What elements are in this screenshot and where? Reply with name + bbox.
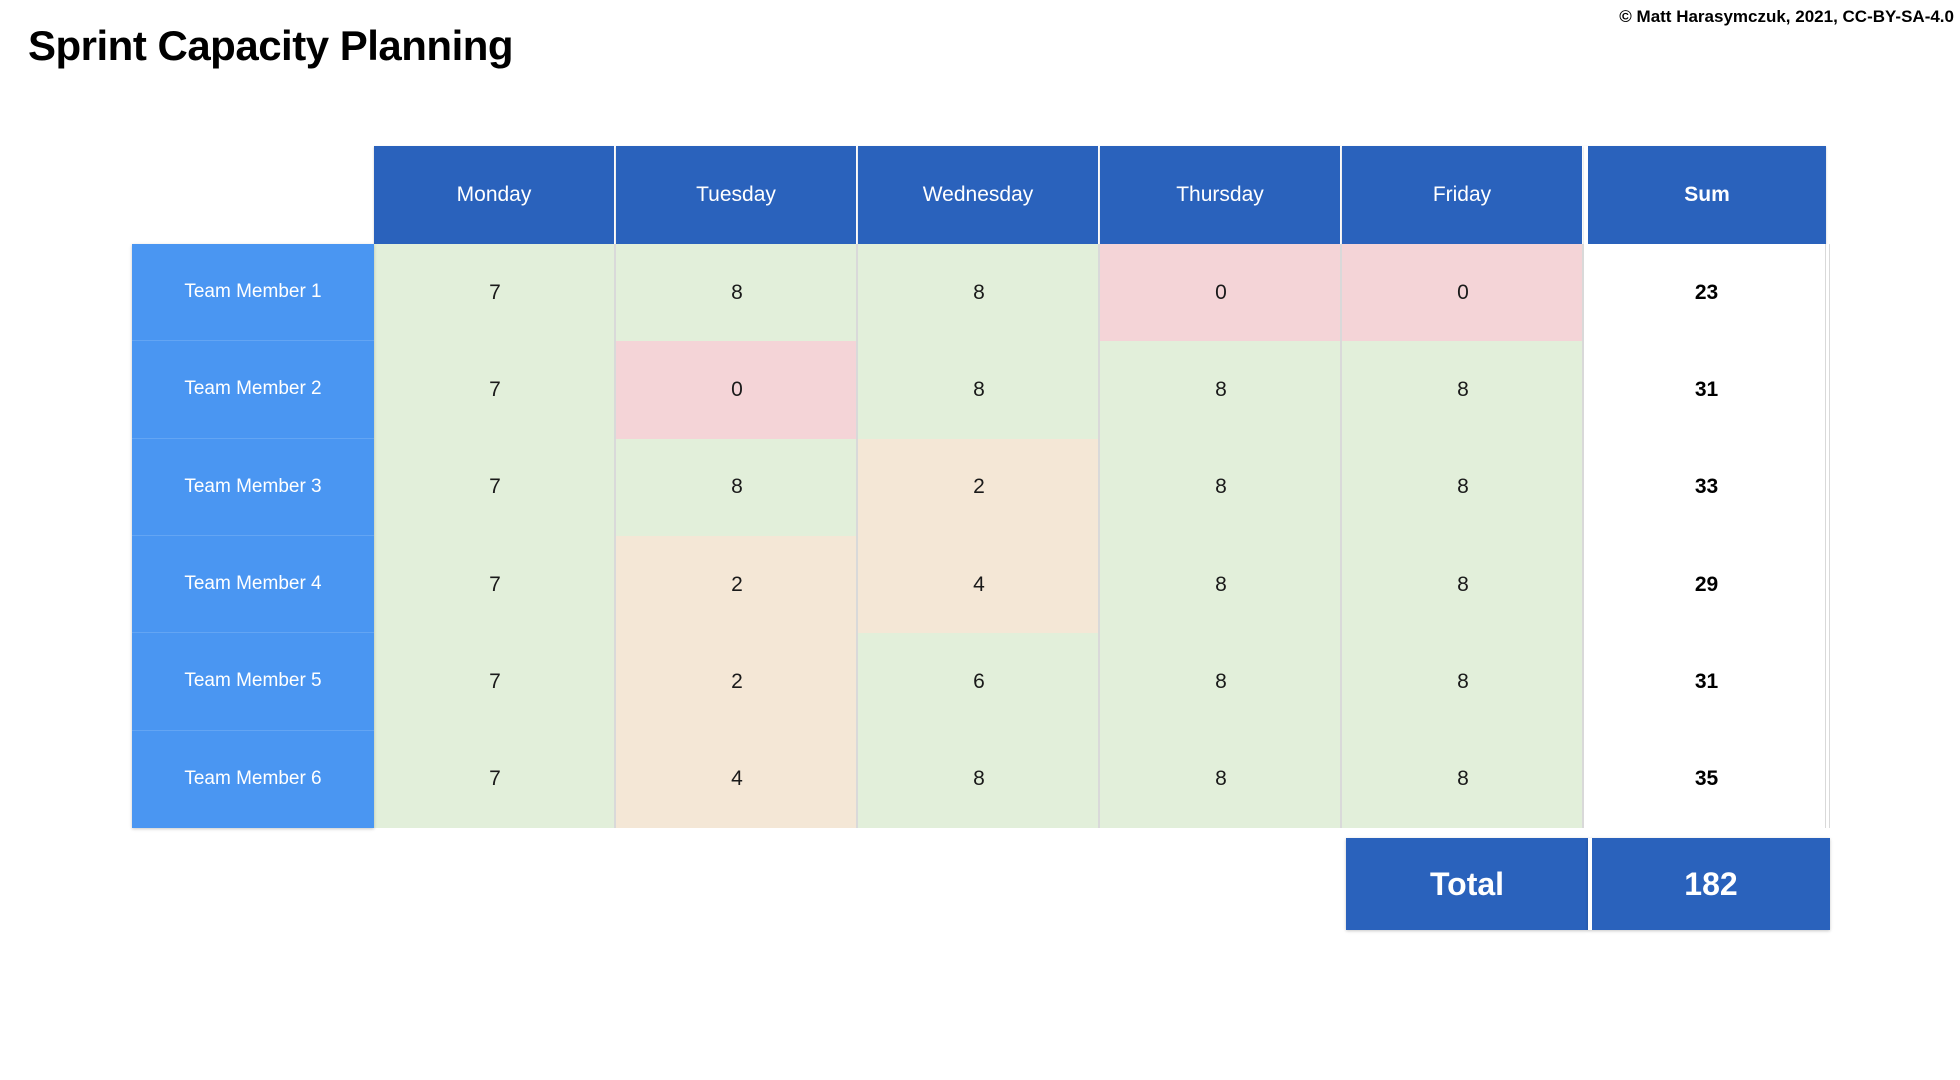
row-sum-value: 23 — [1584, 244, 1826, 341]
capacity-cell-wednesday[interactable]: 4 — [858, 536, 1100, 633]
column-header-thursday[interactable]: Thursday — [1100, 146, 1342, 244]
capacity-cell-monday[interactable]: 7 — [374, 536, 616, 633]
team-member-name[interactable]: Team Member 6 — [132, 731, 374, 828]
capacity-cell-tuesday[interactable]: 0 — [616, 341, 858, 438]
capacity-cell-monday[interactable]: 7 — [374, 633, 616, 730]
capacity-cell-thursday[interactable]: 8 — [1100, 536, 1342, 633]
column-header-monday[interactable]: Monday — [374, 146, 616, 244]
team-member-name[interactable]: Team Member 1 — [132, 244, 374, 341]
row-sum-value: 31 — [1584, 341, 1826, 438]
capacity-cell-friday[interactable]: 8 — [1342, 536, 1584, 633]
capacity-cell-monday[interactable]: 7 — [374, 439, 616, 536]
capacity-cell-thursday[interactable]: 8 — [1100, 731, 1342, 828]
page-title: Sprint Capacity Planning — [28, 22, 513, 70]
capacity-value-grid: 7 8 8 0 0 23 7 0 8 8 8 31 7 8 2 8 8 — [374, 244, 1830, 828]
team-member-name[interactable]: Team Member 3 — [132, 439, 374, 536]
table-row: 7 8 8 0 0 23 — [374, 244, 1830, 341]
capacity-cell-wednesday[interactable]: 8 — [858, 341, 1100, 438]
total-value: 182 — [1588, 838, 1830, 930]
table-total-row: Total 182 — [132, 838, 1830, 930]
capacity-cell-thursday[interactable]: 0 — [1100, 244, 1342, 341]
copyright-notice: © Matt Harasymczuk, 2021, CC-BY-SA-4.0 — [1619, 7, 1954, 27]
team-member-name[interactable]: Team Member 5 — [132, 633, 374, 730]
column-header-friday[interactable]: Friday — [1342, 146, 1584, 244]
capacity-cell-monday[interactable]: 7 — [374, 731, 616, 828]
sprint-capacity-table: Monday Tuesday Wednesday Thursday Friday… — [132, 146, 1830, 930]
total-label: Total — [1346, 838, 1588, 930]
capacity-cell-thursday[interactable]: 8 — [1100, 341, 1342, 438]
capacity-cell-monday[interactable]: 7 — [374, 244, 616, 341]
row-sum-value: 31 — [1584, 633, 1826, 730]
row-sum-value: 29 — [1584, 536, 1826, 633]
table-row: 7 4 8 8 8 35 — [374, 731, 1830, 828]
row-sum-value: 35 — [1584, 731, 1826, 828]
column-header-sum[interactable]: Sum — [1584, 146, 1826, 244]
column-header-wednesday[interactable]: Wednesday — [858, 146, 1100, 244]
table-body: Team Member 1 Team Member 2 Team Member … — [132, 244, 1830, 828]
table-row: 7 8 2 8 8 33 — [374, 439, 1830, 536]
capacity-cell-thursday[interactable]: 8 — [1100, 439, 1342, 536]
capacity-cell-tuesday[interactable]: 2 — [616, 536, 858, 633]
table-row: 7 0 8 8 8 31 — [374, 341, 1830, 438]
capacity-cell-friday[interactable]: 0 — [1342, 244, 1584, 341]
capacity-cell-wednesday[interactable]: 2 — [858, 439, 1100, 536]
table-row: 7 2 6 8 8 31 — [374, 633, 1830, 730]
column-header-tuesday[interactable]: Tuesday — [616, 146, 858, 244]
team-member-column: Team Member 1 Team Member 2 Team Member … — [132, 244, 374, 828]
capacity-cell-monday[interactable]: 7 — [374, 341, 616, 438]
capacity-cell-tuesday[interactable]: 8 — [616, 244, 858, 341]
table-header-row: Monday Tuesday Wednesday Thursday Friday… — [132, 146, 1830, 244]
capacity-cell-thursday[interactable]: 8 — [1100, 633, 1342, 730]
table-row: 7 2 4 8 8 29 — [374, 536, 1830, 633]
team-member-name[interactable]: Team Member 2 — [132, 341, 374, 438]
capacity-cell-friday[interactable]: 8 — [1342, 633, 1584, 730]
capacity-cell-wednesday[interactable]: 8 — [858, 731, 1100, 828]
capacity-cell-wednesday[interactable]: 8 — [858, 244, 1100, 341]
row-sum-value: 33 — [1584, 439, 1826, 536]
capacity-cell-friday[interactable]: 8 — [1342, 341, 1584, 438]
team-member-name[interactable]: Team Member 4 — [132, 536, 374, 633]
capacity-cell-friday[interactable]: 8 — [1342, 731, 1584, 828]
capacity-cell-tuesday[interactable]: 2 — [616, 633, 858, 730]
capacity-cell-tuesday[interactable]: 8 — [616, 439, 858, 536]
capacity-cell-wednesday[interactable]: 6 — [858, 633, 1100, 730]
capacity-cell-tuesday[interactable]: 4 — [616, 731, 858, 828]
capacity-cell-friday[interactable]: 8 — [1342, 439, 1584, 536]
